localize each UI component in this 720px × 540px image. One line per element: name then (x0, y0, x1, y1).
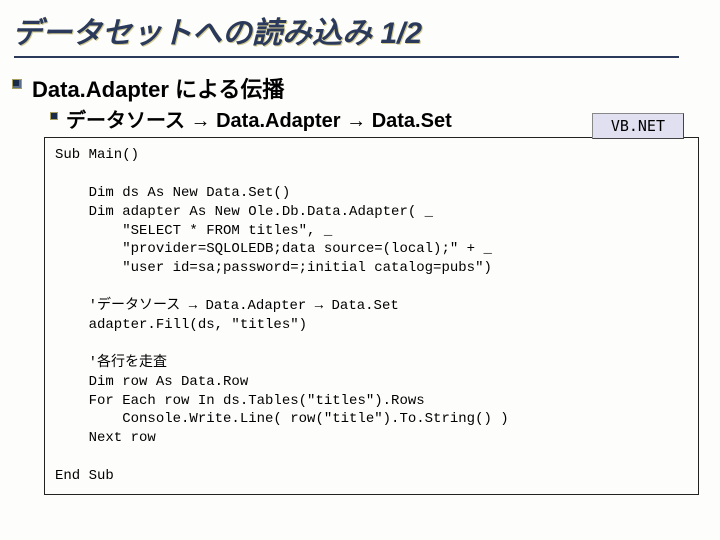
title-divider (14, 56, 679, 58)
bullet-icon (12, 79, 22, 89)
bullet-small-icon (50, 112, 58, 120)
sub-heading: データソース → Data.Adapter → Data.Set (66, 104, 452, 133)
code-block: Sub Main() Dim ds As New Data.Set() Dim … (44, 137, 699, 495)
section-heading: Data.Adapter による伝播 (32, 72, 284, 104)
code-wrapper: VB.NET Sub Main() Dim ds As New Data.Set… (44, 137, 708, 495)
slide-title: データセットへの読み込み 1/2 (12, 8, 708, 52)
language-badge: VB.NET (592, 113, 684, 139)
section-row: Data.Adapter による伝播 (12, 72, 708, 104)
